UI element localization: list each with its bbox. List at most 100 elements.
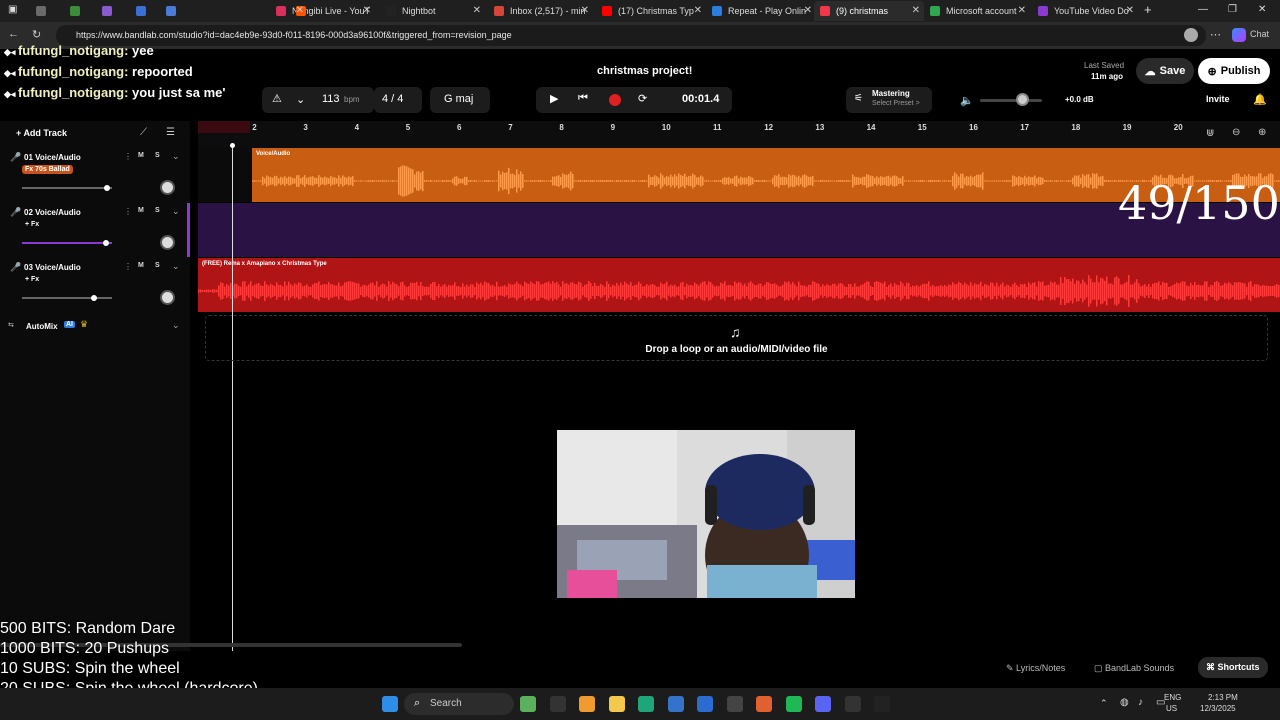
close-tab-icon[interactable]: ✕ — [363, 5, 371, 16]
folder-icon[interactable] — [608, 696, 625, 712]
obs-icon[interactable] — [726, 696, 743, 712]
track-menu-icon[interactable]: ⋮ — [124, 152, 132, 161]
lyrics-notes-button[interactable]: ✎ Lyrics/Notes — [1006, 663, 1065, 674]
language-bottom[interactable]: US — [1166, 704, 1177, 713]
drop-zone[interactable]: ♫ Drop a loop or an audio/MIDI/video fil… — [205, 315, 1268, 361]
mic-icon[interactable]: 🎤 — [10, 262, 21, 273]
automix-expand-icon[interactable]: ⌄ — [172, 320, 180, 331]
spotify-icon[interactable] — [785, 696, 802, 712]
close-tab-icon[interactable]: ✕ — [694, 5, 702, 16]
browser-tab[interactable] — [64, 1, 82, 21]
key-selector[interactable]: G maj — [430, 87, 490, 113]
close-tab-icon[interactable]: ✕ — [1018, 5, 1026, 16]
minimize-icon[interactable]: — — [1198, 4, 1208, 15]
browser-tab[interactable] — [30, 1, 48, 21]
volume-icon[interactable]: ♪ — [1138, 697, 1143, 708]
chat-label[interactable]: Chat — [1250, 29, 1269, 39]
solo-button[interactable]: S — [155, 152, 160, 159]
close-window-icon[interactable]: ✕ — [1258, 4, 1266, 15]
mic-icon[interactable]: 🎤 — [10, 207, 21, 218]
track-header[interactable]: 🎤 01 Voice/Audio Fx 70s Ballad ⋮ M S ⌄ — [0, 150, 190, 204]
refresh-icon[interactable]: ↻ — [32, 28, 41, 41]
warning-app-icon[interactable] — [756, 696, 772, 712]
timeline-ruler[interactable]: 1234567891011121314151617181920 — [198, 121, 1280, 148]
browser-tab[interactable]: Nightbot ✕ — [380, 1, 485, 21]
close-tab-icon[interactable]: ✕ — [473, 5, 481, 16]
tray-chevron-icon[interactable]: ⌃ — [1100, 698, 1108, 709]
track-fx-button[interactable]: Fx 70s Ballad — [22, 165, 73, 174]
file-explorer-icon[interactable] — [549, 696, 566, 712]
track-volume-knob[interactable] — [91, 295, 97, 301]
url-field[interactable]: https://www.bandlab.com/studio?id=dac4eb… — [56, 25, 1206, 46]
tempo-control[interactable]: ⚠ ⌄ 113 bpm — [262, 87, 374, 113]
mute-button[interactable]: M — [138, 152, 144, 159]
mail-icon[interactable] — [697, 696, 713, 712]
loop-region[interactable] — [198, 121, 250, 133]
play-icon[interactable]: ▶ — [550, 92, 558, 105]
mic-icon[interactable]: 🎤 — [10, 152, 21, 163]
track-volume-knob[interactable] — [103, 240, 109, 246]
bell-icon[interactable]: 🔔 — [1253, 93, 1267, 106]
playhead-handle[interactable] — [230, 143, 235, 148]
magnet-icon[interactable]: ⋓ — [1206, 128, 1214, 139]
clock-date[interactable]: 12/3/2025 — [1200, 704, 1236, 713]
browser-tab[interactable]: Microsoft account ✕ — [924, 1, 1030, 21]
mixer-icon[interactable]: ☰ — [166, 127, 175, 138]
close-tab-icon[interactable]: ✕ — [296, 5, 304, 16]
edge-browser-icon[interactable] — [638, 696, 654, 712]
record-icon[interactable] — [609, 94, 621, 106]
chevron-down-icon[interactable]: ⌄ — [172, 261, 180, 272]
add-track-button[interactable]: + Add Track — [16, 128, 67, 138]
track-header[interactable]: 🎤 03 Voice/Audio + Fx ⋮ M S ⌄ — [0, 260, 190, 314]
browser-tab[interactable] — [160, 1, 265, 21]
mute-button[interactable]: M — [138, 262, 144, 269]
browser-tab[interactable]: Stream Nengibi m✕ — [290, 1, 308, 21]
metronome-icon[interactable]: ⚠ — [272, 92, 282, 105]
track-volume-knob[interactable] — [104, 185, 110, 191]
mastering-button[interactable]: ⚟ Mastering Select Preset > — [846, 87, 932, 113]
more-menu-icon[interactable]: ⋯ — [1210, 28, 1221, 41]
close-tab-icon[interactable]: ✕ — [581, 5, 589, 16]
publish-button[interactable]: ⊕ Publish — [1198, 58, 1270, 84]
media-player-icon[interactable] — [844, 696, 861, 712]
wifi-icon[interactable]: ◍ — [1120, 697, 1129, 708]
browser-tab[interactable]: (9) christmas ✕ — [814, 1, 924, 21]
time-signature[interactable]: 4 / 4 — [374, 87, 422, 113]
browser-tab[interactable]: YouTube Video Do ✕ — [1032, 1, 1138, 21]
copilot-app-icon[interactable] — [520, 696, 536, 712]
track-volume-slider[interactable] — [22, 297, 112, 299]
mute-button[interactable]: M — [138, 207, 144, 214]
tuner-icon[interactable]: ⟋ — [140, 127, 147, 138]
store-icon[interactable] — [579, 696, 595, 712]
track-volume-slider[interactable] — [22, 242, 112, 244]
track-3-lane[interactable]: (FREE) Rema x Amapiano x Christmas Type — [198, 258, 1280, 312]
pan-knob[interactable] — [160, 180, 175, 195]
browser-tab[interactable]: Inbox (2,517) - min ✕ — [488, 1, 593, 21]
battery-icon[interactable]: ▭ — [1156, 697, 1165, 708]
copilot-icon[interactable] — [1232, 28, 1246, 42]
track-name[interactable]: 03 Voice/Audio — [24, 263, 81, 272]
close-tab-icon[interactable]: ✕ — [804, 5, 812, 16]
track-header[interactable]: 🎤 02 Voice/Audio + Fx ⋮ M S ⌄ — [0, 205, 190, 259]
browser-tab[interactable]: Nengibi Live - YouT ✕ — [270, 1, 375, 21]
track-volume-slider[interactable] — [22, 187, 112, 189]
bpm-value[interactable]: 113 — [322, 93, 340, 105]
tab-actions-icon[interactable]: ▣ — [8, 4, 17, 15]
skip-back-icon[interactable]: ⏮ — [578, 92, 588, 105]
close-tab-icon[interactable]: ✕ — [912, 5, 920, 16]
project-title[interactable]: christmas project! — [597, 65, 692, 77]
discord-icon[interactable] — [815, 696, 831, 712]
pan-knob[interactable] — [160, 235, 175, 250]
master-volume-slider[interactable] — [980, 99, 1042, 102]
clock-time[interactable]: 2:13 PM — [1208, 693, 1238, 702]
language-top[interactable]: ENG — [1164, 693, 1181, 702]
track-name[interactable]: 01 Voice/Audio — [24, 153, 81, 162]
shortcuts-button[interactable]: ⌘ Shortcuts — [1198, 657, 1268, 678]
browser-tab[interactable]: Repeat - Play Onlin ✕ — [706, 1, 816, 21]
track-fx-button[interactable]: + Fx — [22, 275, 42, 284]
playhead[interactable] — [232, 143, 233, 651]
zoom-out-icon[interactable]: ⊖ — [1232, 127, 1240, 138]
solo-button[interactable]: S — [155, 262, 160, 269]
track-name[interactable]: 02 Voice/Audio — [24, 208, 81, 217]
master-volume-knob[interactable] — [1016, 93, 1029, 106]
